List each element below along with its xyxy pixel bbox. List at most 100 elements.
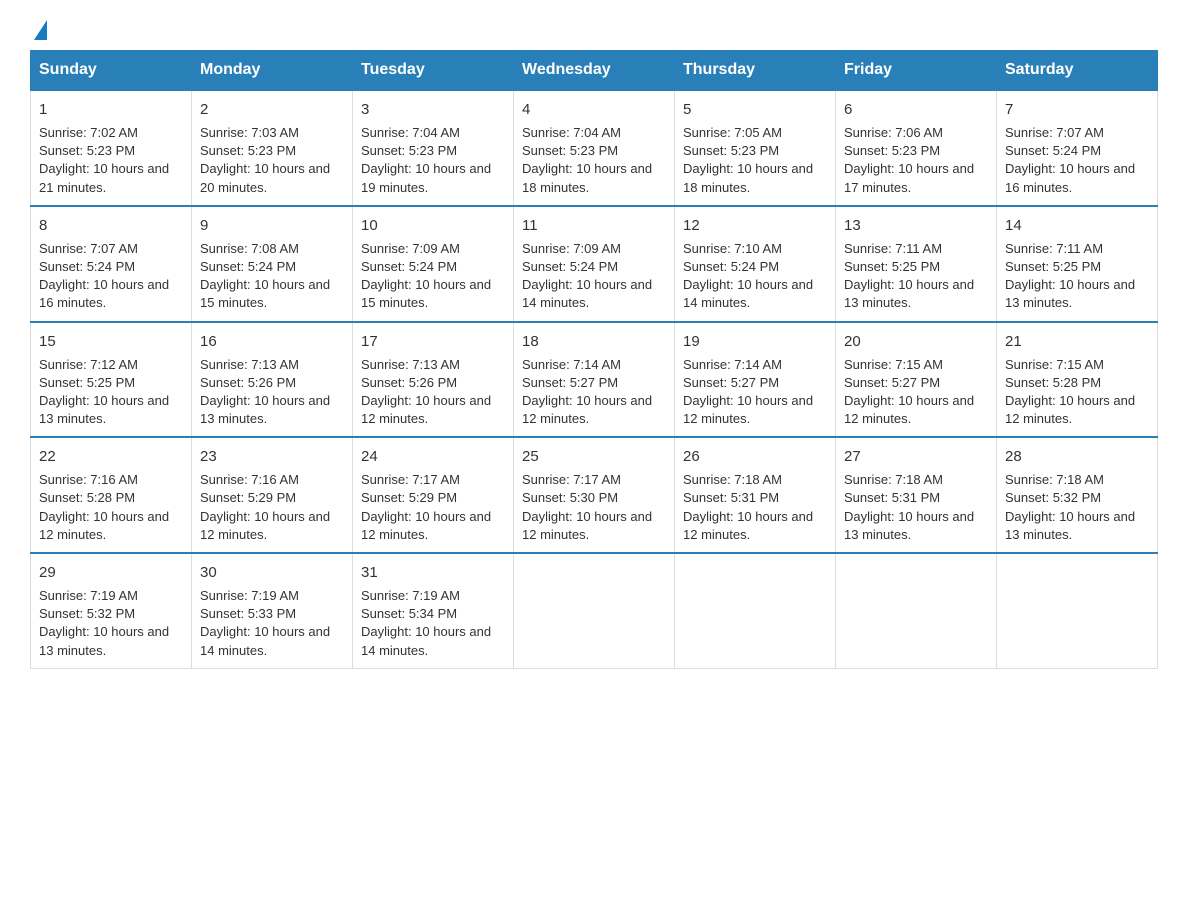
day-number: 13: [844, 215, 988, 236]
calendar-cell: 30 Sunrise: 7:19 AM Sunset: 5:33 PM Dayligh…: [192, 553, 353, 668]
day-number: 19: [683, 331, 827, 352]
sunset-text: Sunset: 5:23 PM: [683, 143, 779, 158]
sunrise-text: Sunrise: 7:16 AM: [200, 472, 299, 487]
calendar-cell: 24Sunrise: 7:17 AMSunset: 5:29 PMDayligh…: [353, 437, 514, 553]
day-number: 20: [844, 331, 988, 352]
day-number: 16: [200, 331, 344, 352]
day-number: 14: [1005, 215, 1149, 236]
daylight-text: Daylight: 10 hours and 13 minutes.: [39, 624, 169, 657]
calendar-cell: 28Sunrise: 7:18 AMSunset: 5:32 PMDayligh…: [997, 437, 1158, 553]
sunrise-text: Sunrise: 7:02 AM: [39, 125, 138, 140]
sunset-text: Sunset: 5:25 PM: [1005, 259, 1101, 274]
daylight-text: Daylight: 10 hours and 18 minutes.: [522, 161, 652, 194]
daylight-text: Daylight: 10 hours and 12 minutes.: [522, 393, 652, 426]
calendar-week-4: 22Sunrise: 7:16 AMSunset: 5:28 PMDayligh…: [31, 437, 1158, 553]
day-number: 12: [683, 215, 827, 236]
sunrise-text: Sunrise: 7:06 AM: [844, 125, 943, 140]
calendar-cell: 29Sunrise: 7:19 AMSunset: 5:32 PMDayligh…: [31, 553, 192, 668]
sunset-text: Sunset: 5:27 PM: [683, 375, 779, 390]
daylight-text: Daylight: 10 hours and 13 minutes.: [39, 393, 169, 426]
col-header-thursday: Thursday: [675, 51, 836, 91]
sunrise-text: Sunrise: 7:13 AM: [361, 357, 460, 372]
calendar-cell: 23Sunrise: 7:16 AMSunset: 5:29 PMDayligh…: [192, 437, 353, 553]
calendar-cell: 31Sunrise: 7:19 AMSunset: 5:34 PMDayligh…: [353, 553, 514, 668]
sunrise-text: Sunrise: 7:18 AM: [1005, 472, 1104, 487]
daylight-text: Daylight: 10 hours and 13 minutes.: [1005, 277, 1135, 310]
sunset-text: Sunset: 5:24 PM: [361, 259, 457, 274]
daylight-text: Daylight: 10 hours and 12 minutes.: [200, 509, 330, 542]
calendar-cell: [514, 553, 675, 668]
day-number: 9: [200, 215, 344, 236]
day-number: 5: [683, 99, 827, 120]
daylight-text: Daylight: 10 hours and 15 minutes.: [361, 277, 491, 310]
daylight-text: Daylight: 10 hours and 21 minutes.: [39, 161, 169, 194]
sunset-text: Sunset: 5:23 PM: [361, 143, 457, 158]
sunrise-text: Sunrise: 7:16 AM: [39, 472, 138, 487]
sunset-text: Sunset: 5:26 PM: [361, 375, 457, 390]
calendar-week-5: 29Sunrise: 7:19 AMSunset: 5:32 PMDayligh…: [31, 553, 1158, 668]
col-header-sunday: Sunday: [31, 51, 192, 91]
sunset-text: Sunset: 5:27 PM: [844, 375, 940, 390]
calendar-cell: 16Sunrise: 7:13 AMSunset: 5:26 PMDayligh…: [192, 322, 353, 438]
daylight-text: Daylight: 10 hours and 16 minutes.: [39, 277, 169, 310]
daylight-text: Daylight: 10 hours and 12 minutes.: [1005, 393, 1135, 426]
calendar-cell: 26Sunrise: 7:18 AMSunset: 5:31 PMDayligh…: [675, 437, 836, 553]
calendar-cell: 12Sunrise: 7:10 AMSunset: 5:24 PMDayligh…: [675, 206, 836, 322]
calendar-cell: 8Sunrise: 7:07 AMSunset: 5:24 PMDaylight…: [31, 206, 192, 322]
daylight-text: Daylight: 10 hours and 14 minutes.: [200, 624, 330, 657]
calendar-cell: 25Sunrise: 7:17 AMSunset: 5:30 PMDayligh…: [514, 437, 675, 553]
calendar-cell: [836, 553, 997, 668]
sunset-text: Sunset: 5:24 PM: [683, 259, 779, 274]
day-number: 4: [522, 99, 666, 120]
sunrise-text: Sunrise: 7:11 AM: [844, 241, 942, 256]
calendar-cell: 27Sunrise: 7:18 AMSunset: 5:31 PMDayligh…: [836, 437, 997, 553]
daylight-text: Daylight: 10 hours and 18 minutes.: [683, 161, 813, 194]
day-number: 21: [1005, 331, 1149, 352]
calendar-cell: 13Sunrise: 7:11 AMSunset: 5:25 PMDayligh…: [836, 206, 997, 322]
sunset-text: Sunset: 5:23 PM: [522, 143, 618, 158]
calendar-cell: 14Sunrise: 7:11 AMSunset: 5:25 PMDayligh…: [997, 206, 1158, 322]
sunset-text: Sunset: 5:29 PM: [200, 490, 296, 505]
daylight-text: Daylight: 10 hours and 14 minutes.: [522, 277, 652, 310]
calendar-cell: 11Sunrise: 7:09 AMSunset: 5:24 PMDayligh…: [514, 206, 675, 322]
col-header-monday: Monday: [192, 51, 353, 91]
logo: [30, 20, 47, 40]
col-header-friday: Friday: [836, 51, 997, 91]
daylight-text: Daylight: 10 hours and 12 minutes.: [683, 509, 813, 542]
sunset-text: Sunset: 5:30 PM: [522, 490, 618, 505]
sunrise-text: Sunrise: 7:09 AM: [522, 241, 621, 256]
calendar-header: SundayMondayTuesdayWednesdayThursdayFrid…: [31, 51, 1158, 91]
sunset-text: Sunset: 5:24 PM: [200, 259, 296, 274]
daylight-text: Daylight: 10 hours and 20 minutes.: [200, 161, 330, 194]
calendar-cell: 19Sunrise: 7:14 AMSunset: 5:27 PMDayligh…: [675, 322, 836, 438]
sunrise-text: Sunrise: 7:12 AM: [39, 357, 138, 372]
calendar-cell: 22Sunrise: 7:16 AMSunset: 5:28 PMDayligh…: [31, 437, 192, 553]
sunrise-text: Sunrise: 7:07 AM: [39, 241, 138, 256]
day-number: 29: [39, 562, 183, 583]
day-number: 30: [200, 562, 344, 583]
sunrise-text: Sunrise: 7:09 AM: [361, 241, 460, 256]
sunrise-text: Sunrise: 7:19 AM: [39, 588, 138, 603]
daylight-text: Daylight: 10 hours and 12 minutes.: [361, 509, 491, 542]
calendar-cell: 20Sunrise: 7:15 AMSunset: 5:27 PMDayligh…: [836, 322, 997, 438]
calendar-cell: 6Sunrise: 7:06 AMSunset: 5:23 PMDaylight…: [836, 90, 997, 206]
sunset-text: Sunset: 5:28 PM: [1005, 375, 1101, 390]
sunset-text: Sunset: 5:33 PM: [200, 606, 296, 621]
sunrise-text: Sunrise: 7:19 AM: [200, 588, 299, 603]
day-number: 3: [361, 99, 505, 120]
calendar-week-2: 8Sunrise: 7:07 AMSunset: 5:24 PMDaylight…: [31, 206, 1158, 322]
sunrise-text: Sunrise: 7:18 AM: [683, 472, 782, 487]
daylight-text: Daylight: 10 hours and 12 minutes.: [361, 393, 491, 426]
calendar-week-1: 1Sunrise: 7:02 AMSunset: 5:23 PMDaylight…: [31, 90, 1158, 206]
daylight-text: Daylight: 10 hours and 17 minutes.: [844, 161, 974, 194]
calendar-week-3: 15Sunrise: 7:12 AMSunset: 5:25 PMDayligh…: [31, 322, 1158, 438]
daylight-text: Daylight: 10 hours and 12 minutes.: [683, 393, 813, 426]
col-header-wednesday: Wednesday: [514, 51, 675, 91]
col-header-tuesday: Tuesday: [353, 51, 514, 91]
calendar-table: SundayMondayTuesdayWednesdayThursdayFrid…: [30, 50, 1158, 669]
daylight-text: Daylight: 10 hours and 13 minutes.: [844, 277, 974, 310]
sunset-text: Sunset: 5:23 PM: [844, 143, 940, 158]
sunrise-text: Sunrise: 7:15 AM: [1005, 357, 1104, 372]
daylight-text: Daylight: 10 hours and 16 minutes.: [1005, 161, 1135, 194]
day-number: 31: [361, 562, 505, 583]
